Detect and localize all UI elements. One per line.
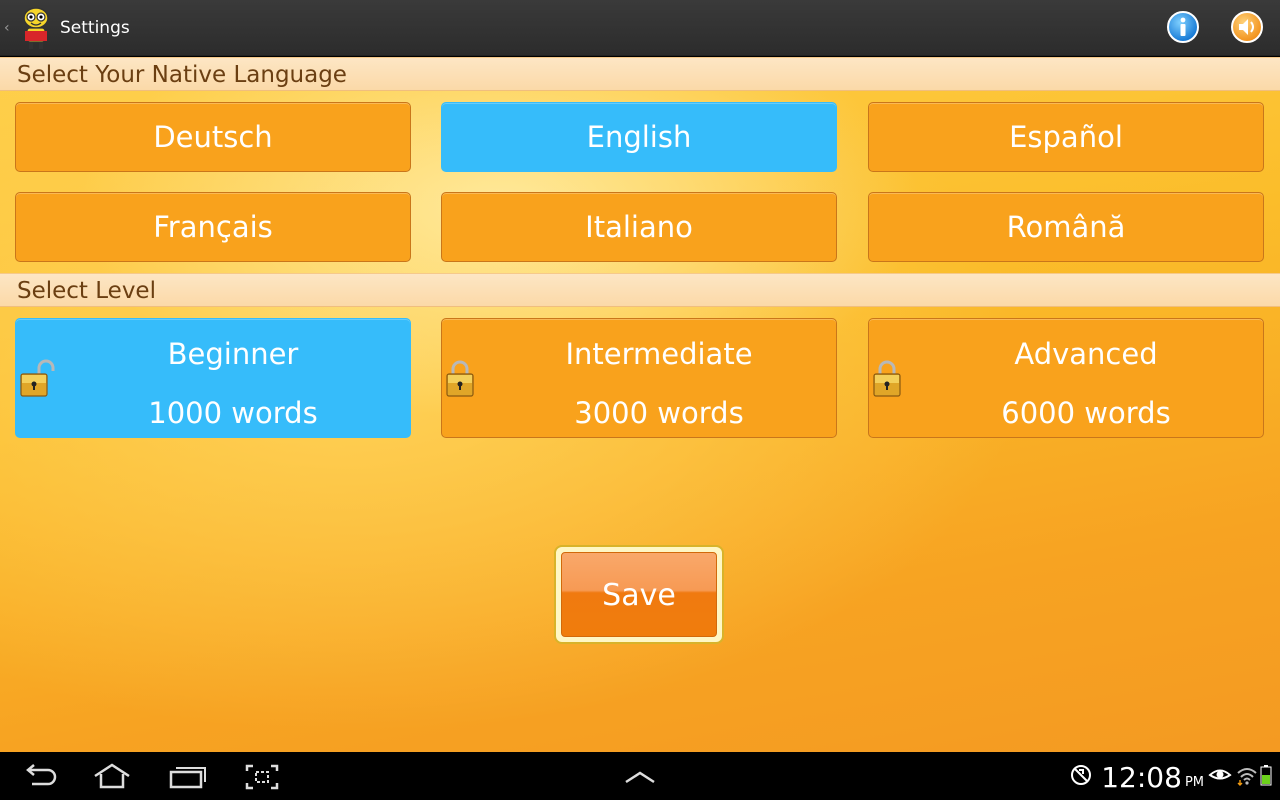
recent-apps-icon[interactable]	[168, 762, 208, 792]
level-word-count: 3000 words	[574, 396, 744, 430]
language-option-francais[interactable]: Français	[15, 192, 411, 262]
level-word-count: 6000 words	[1001, 396, 1171, 430]
language-option-deutsch[interactable]: Deutsch	[15, 102, 411, 172]
system-nav-bar: 12:08 PM	[0, 752, 1280, 800]
wifi-icon	[1236, 763, 1258, 791]
status-area[interactable]: 12:08 PM	[1069, 760, 1272, 794]
info-icon[interactable]	[1166, 10, 1200, 44]
clock-ampm: PM	[1184, 774, 1204, 790]
level-name: Intermediate	[565, 337, 753, 371]
native-language-header: Select Your Native Language	[0, 57, 1280, 91]
level-option-beginner[interactable]: Beginner 1000 words	[15, 318, 411, 438]
expand-up-icon[interactable]	[620, 762, 660, 792]
screenshot-icon[interactable]	[244, 762, 284, 792]
home-icon[interactable]	[92, 762, 132, 792]
battery-icon	[1260, 763, 1272, 791]
save-button[interactable]: Save	[561, 552, 717, 637]
settings-content: Select Your Native Language Deutsch Engl…	[0, 57, 1280, 752]
save-button-frame: Save	[554, 545, 724, 644]
level-option-advanced[interactable]: Advanced 6000 words	[868, 318, 1264, 438]
language-option-romana[interactable]: Română	[868, 192, 1264, 262]
level-option-intermediate[interactable]: Intermediate 3000 words	[441, 318, 837, 438]
level-name: Beginner	[167, 337, 299, 371]
screen-title: Settings	[60, 17, 130, 38]
language-option-espanol[interactable]: Español	[868, 102, 1264, 172]
blocked-sync-icon	[1069, 763, 1093, 791]
back-caret-icon[interactable]: ‹	[4, 20, 14, 36]
level-header: Select Level	[0, 273, 1280, 307]
eye-icon	[1208, 763, 1232, 791]
back-icon[interactable]	[20, 762, 60, 792]
clock: 12:08	[1101, 760, 1182, 794]
level-word-count: 1000 words	[148, 396, 318, 430]
language-option-italiano[interactable]: Italiano	[441, 192, 837, 262]
action-bar: ‹ Settings	[0, 0, 1280, 56]
sound-icon[interactable]	[1230, 10, 1264, 44]
app-logo-icon[interactable]	[16, 4, 56, 52]
level-name: Advanced	[1014, 337, 1158, 371]
language-option-english[interactable]: English	[441, 102, 837, 172]
